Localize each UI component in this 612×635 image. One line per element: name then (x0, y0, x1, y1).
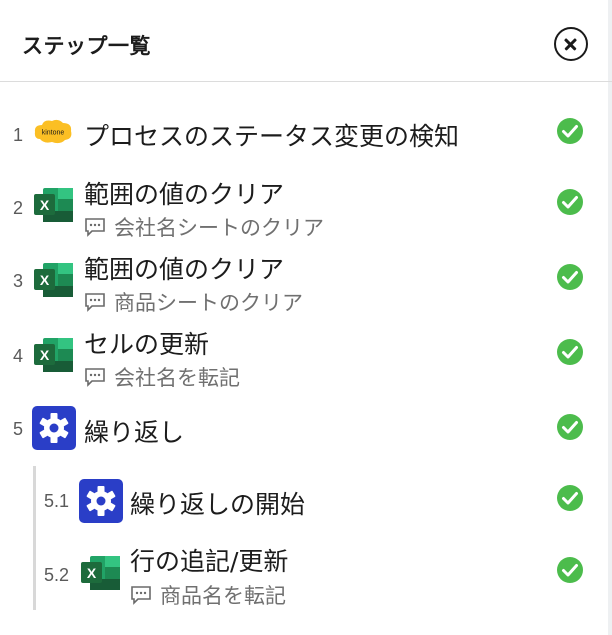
step-subtitle-text: 商品名を転記 (160, 584, 286, 608)
excel-icon: X (33, 187, 75, 223)
success-check-icon (556, 484, 584, 512)
step-number: 3 (13, 271, 24, 291)
kintone-icon: kintone (32, 117, 74, 147)
step-subtitle: 商品シートのクリア (84, 287, 303, 317)
excel-logo-letter: X (40, 347, 50, 363)
step-number: 5 (13, 419, 24, 439)
step-subtitle-text: 会社名を転記 (114, 366, 240, 390)
excel-logo-letter: X (40, 272, 50, 288)
comment-icon (85, 218, 105, 237)
step-title: セルの更新 (84, 330, 210, 359)
step-title: プロセスのステータス変更の検知 (84, 122, 460, 151)
step-subtitle-text: 商品シートのクリア (114, 291, 303, 315)
steps-panel: ステップ一覧 1 kintone プロセスのステータス変更の検知 2 X 範囲の… (0, 0, 612, 635)
step-title: 範囲の値のクリア (84, 255, 285, 284)
gear-icon (32, 406, 76, 450)
step-title: 繰り返しの開始 (130, 490, 306, 519)
step-item[interactable]: 5 繰り返し (0, 404, 612, 454)
success-check-icon (556, 413, 584, 441)
panel-header: ステップ一覧 (0, 0, 612, 82)
step-title: 範囲の値のクリア (84, 180, 285, 209)
excel-icon: X (33, 337, 75, 373)
step-item[interactable]: 1 kintone プロセスのステータス変更の検知 (0, 100, 612, 160)
success-check-icon (556, 117, 584, 145)
step-number: 2 (13, 198, 24, 218)
step-title: 繰り返し (84, 418, 185, 447)
kintone-logo-text: kintone (42, 130, 65, 137)
comment-icon (131, 586, 151, 605)
step-number: 5.1 (44, 491, 70, 511)
close-icon[interactable] (554, 27, 588, 61)
success-check-icon (556, 556, 584, 584)
comment-icon (85, 368, 105, 387)
excel-logo-letter: X (40, 197, 50, 213)
loop-bracket-line (33, 466, 36, 610)
step-subtitle: 商品名を転記 (130, 580, 286, 610)
success-check-icon (556, 263, 584, 291)
gear-icon (79, 479, 123, 523)
step-item[interactable]: 5.1 繰り返しの開始 (40, 477, 612, 527)
step-item[interactable]: 3 X 範囲の値のクリア 商品シートのクリア (0, 245, 612, 317)
step-title: 行の追記/更新 (130, 547, 289, 576)
comment-icon (85, 293, 105, 312)
step-subtitle: 会社名を転記 (84, 362, 240, 392)
step-number: 5.2 (44, 565, 70, 585)
excel-icon: X (80, 555, 122, 591)
panel-title: ステップ一覧 (22, 34, 151, 58)
step-item[interactable]: 5.2 X 行の追記/更新 商品名を転記 (40, 540, 612, 612)
step-number: 4 (13, 346, 24, 366)
excel-logo-letter: X (87, 565, 97, 581)
step-subtitle-text: 会社名シートのクリア (114, 216, 324, 240)
step-item[interactable]: 4 X セルの更新 会社名を転記 (0, 320, 612, 392)
excel-icon: X (33, 262, 75, 298)
step-number: 1 (13, 125, 24, 145)
step-item[interactable]: 2 X 範囲の値のクリア 会社名シートのクリア (0, 170, 612, 242)
step-subtitle: 会社名シートのクリア (84, 212, 324, 242)
success-check-icon (556, 338, 584, 366)
success-check-icon (556, 188, 584, 216)
